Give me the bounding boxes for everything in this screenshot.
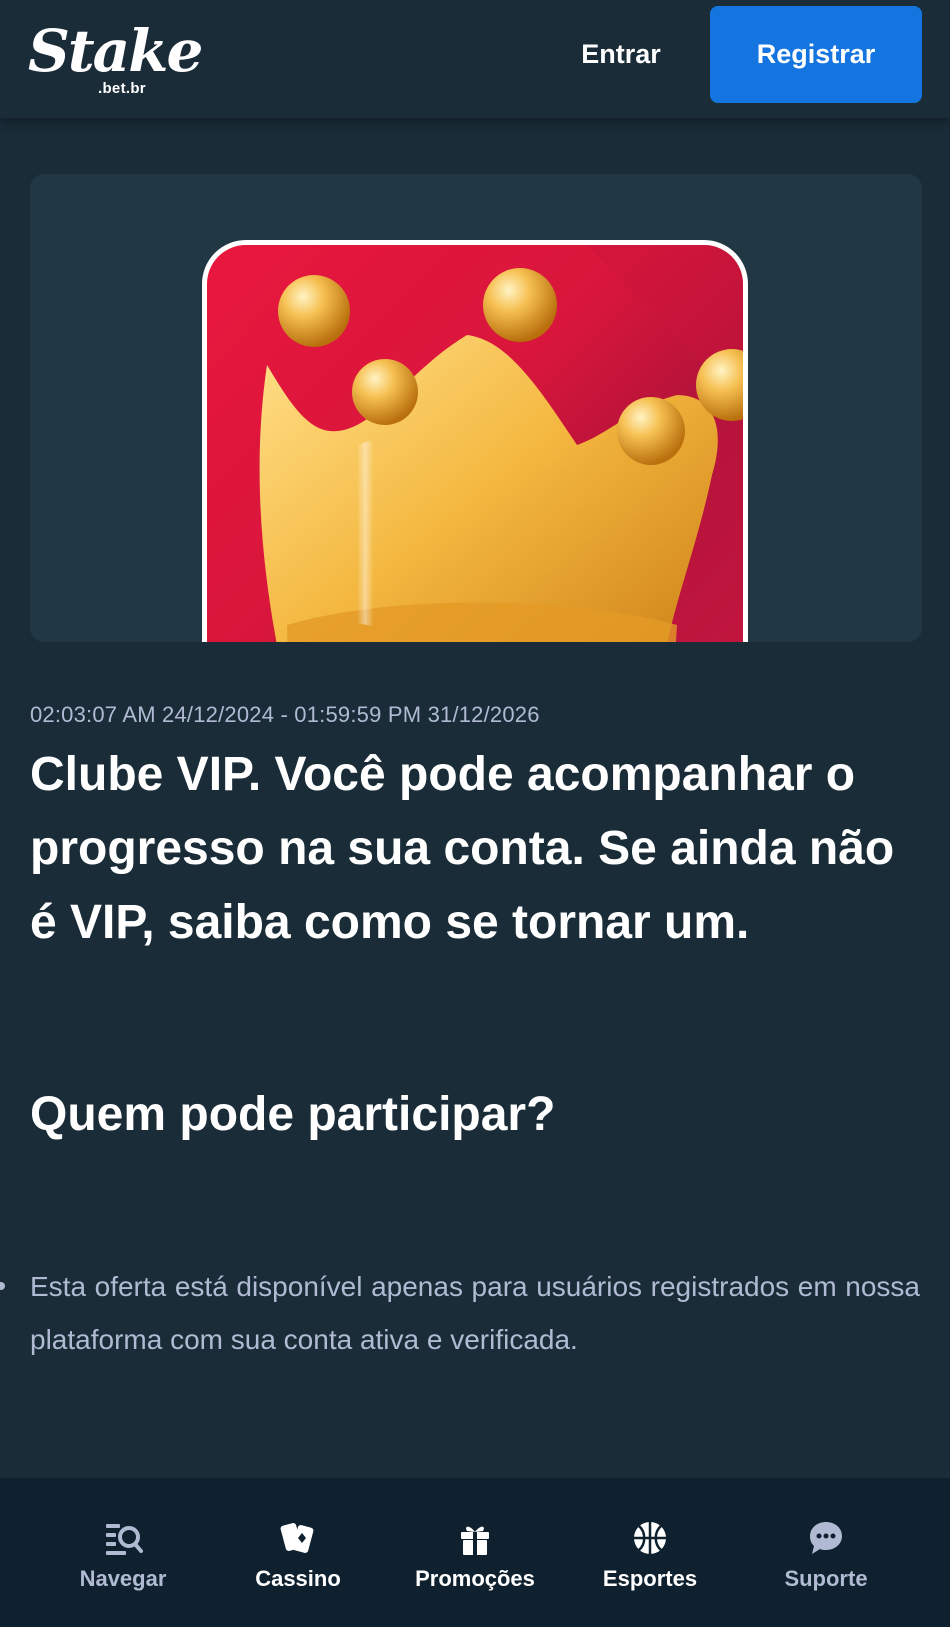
register-button[interactable]: Registrar <box>710 6 922 103</box>
nav-label: Suporte <box>784 1566 868 1591</box>
crown-icon <box>259 245 743 642</box>
nav-item-esportes[interactable]: Esportes <box>560 1478 740 1627</box>
section-heading: Quem pode participar? <box>30 1088 556 1141</box>
nav-label: Navegar <box>79 1566 167 1591</box>
logo-wordmark: Stake <box>28 17 203 85</box>
stake-logo[interactable]: Stake .bet.br <box>28 12 203 98</box>
eligibility-bullet: Esta oferta está disponível apenas para … <box>30 1271 920 1355</box>
login-button[interactable]: Entrar <box>566 26 676 82</box>
promo-date-range: 02:03:07 AM 24/12/2024 - 01:59:59 PM 31/… <box>30 702 540 727</box>
bullet-marker <box>0 1282 5 1290</box>
browse-icon <box>103 1518 143 1558</box>
page: Stake .bet.br Entrar Registrar 02:03:07 … <box>0 0 950 1627</box>
gift-icon <box>455 1518 495 1558</box>
nav-item-navegar[interactable]: Navegar <box>33 1478 213 1627</box>
chat-icon <box>806 1518 846 1558</box>
promo-title: Clube VIP. Você pode acompanhar o progre… <box>30 748 895 949</box>
nav-label: Cassino <box>255 1566 341 1591</box>
promo-banner <box>30 174 922 642</box>
vip-crown-card <box>202 240 748 642</box>
nav-item-cassino[interactable]: Cassino <box>208 1478 388 1627</box>
logo-domain: .bet.br <box>98 80 146 97</box>
nav-item-suporte[interactable]: Suporte <box>736 1478 916 1627</box>
nav-label: Promoções <box>415 1566 535 1591</box>
nav-item-promocoes[interactable]: Promoções <box>385 1478 565 1627</box>
basketball-icon <box>630 1518 670 1558</box>
bottom-navigation: Navegar Cassino Promoções Esportes Supor… <box>0 1478 950 1627</box>
nav-label: Esportes <box>602 1566 698 1591</box>
cards-icon <box>278 1518 318 1558</box>
top-header: Stake .bet.br Entrar Registrar <box>0 0 950 118</box>
